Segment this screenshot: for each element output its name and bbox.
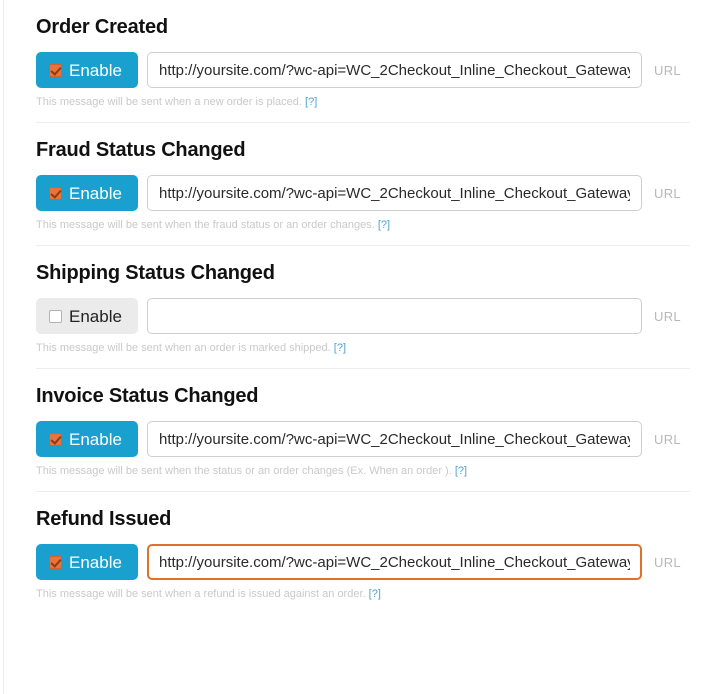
url-suffix-label: URL <box>654 554 681 570</box>
checkbox-checked-icon[interactable] <box>49 555 62 569</box>
help-text-body: This message will be sent when a new ord… <box>36 96 302 108</box>
help-tooltip-link[interactable]: [?] <box>305 96 317 108</box>
enable-label: Enable <box>69 552 122 572</box>
url-input-fraud-status-changed[interactable] <box>147 175 642 211</box>
notification-section-invoice-status-changed: Invoice Status Changed Enable URL This mess… <box>0 369 704 478</box>
help-text-body: This message will be sent when an order … <box>36 342 331 354</box>
checkbox-checked-icon[interactable] <box>49 432 62 446</box>
checkbox-checked-icon[interactable] <box>49 186 62 200</box>
section-help-text: This message will be sent when the fraud… <box>36 218 690 232</box>
enable-toggle-fraud-status-changed[interactable]: Enable <box>36 175 138 211</box>
section-control-row: Enable URL <box>36 298 690 334</box>
checkbox-checked-icon[interactable] <box>49 63 62 77</box>
section-title: Fraud Status Changed <box>36 139 246 161</box>
checkbox-unchecked-icon[interactable] <box>49 309 62 323</box>
enable-label: Enable <box>69 306 122 326</box>
section-help-text: This message will be sent when the statu… <box>36 464 690 478</box>
url-input-refund-issued[interactable] <box>147 544 642 580</box>
section-help-text: This message will be sent when a refund … <box>36 587 690 601</box>
notification-section-shipping-status-changed: Shipping Status Changed Enable URL This mes… <box>0 246 704 355</box>
url-suffix-label: URL <box>654 431 681 447</box>
help-tooltip-link[interactable]: [?] <box>455 465 467 477</box>
section-control-row: Enable URL <box>36 52 690 88</box>
url-suffix-label: URL <box>654 62 681 78</box>
section-help-text: This message will be sent when an order … <box>36 341 690 355</box>
webhook-settings-page: Order Created Enable URL This message will … <box>0 0 704 611</box>
section-title: Order Created <box>36 16 168 38</box>
url-suffix-label: URL <box>654 185 681 201</box>
url-input-invoice-status-changed[interactable] <box>147 421 642 457</box>
enable-label: Enable <box>69 60 122 80</box>
notification-section-fraud-status-changed: Fraud Status Changed Enable URL This messag… <box>0 123 704 232</box>
url-input-shipping-status-changed[interactable] <box>147 298 642 334</box>
section-title: Invoice Status Changed <box>36 385 259 407</box>
help-tooltip-link[interactable]: [?] <box>334 342 346 354</box>
enable-toggle-shipping-status-changed[interactable]: Enable <box>36 298 138 334</box>
url-suffix-label: URL <box>654 308 681 324</box>
section-control-row: Enable URL <box>36 544 690 580</box>
help-text-body: This message will be sent when the statu… <box>36 465 452 477</box>
section-title: Shipping Status Changed <box>36 262 275 284</box>
help-text-body: This message will be sent when the fraud… <box>36 219 375 231</box>
help-text-body: This message will be sent when a refund … <box>36 588 366 600</box>
help-tooltip-link[interactable]: [?] <box>378 219 390 231</box>
enable-toggle-order-created[interactable]: Enable <box>36 52 138 88</box>
url-input-order-created[interactable] <box>147 52 642 88</box>
help-tooltip-link[interactable]: [?] <box>369 588 381 600</box>
section-control-row: Enable URL <box>36 421 690 457</box>
enable-label: Enable <box>69 183 122 203</box>
notification-section-refund-issued: Refund Issued Enable URL This message will … <box>0 492 704 611</box>
enable-toggle-invoice-status-changed[interactable]: Enable <box>36 421 138 457</box>
section-title: Refund Issued <box>36 508 172 530</box>
enable-toggle-refund-issued[interactable]: Enable <box>36 544 138 580</box>
section-help-text: This message will be sent when a new ord… <box>36 95 690 109</box>
section-control-row: Enable URL <box>36 175 690 211</box>
enable-label: Enable <box>69 429 122 449</box>
notification-section-order-created: Order Created Enable URL This message will … <box>0 0 704 109</box>
